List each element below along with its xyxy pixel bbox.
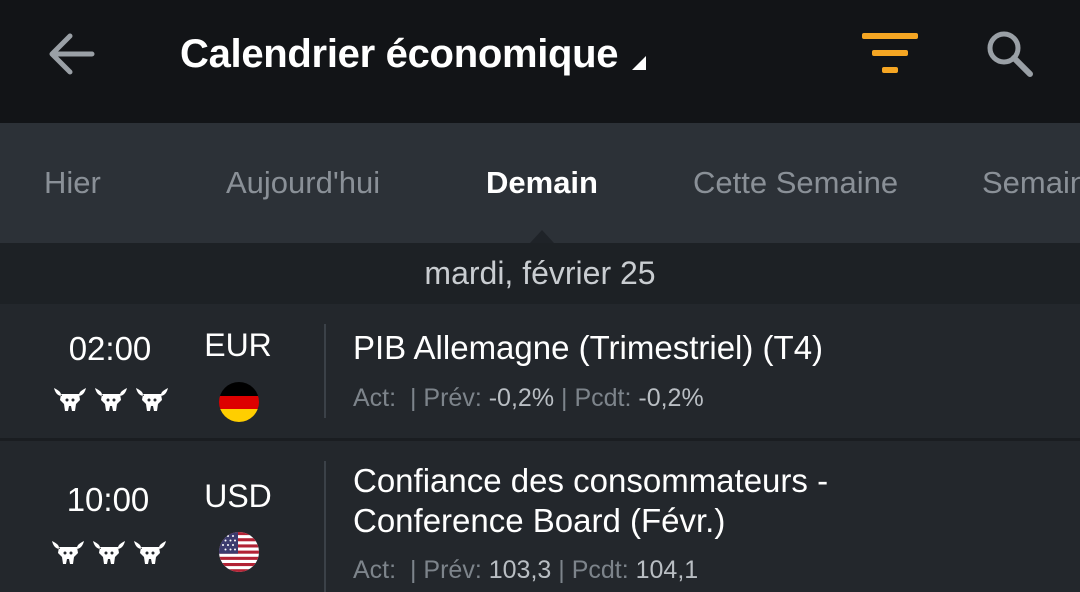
actual-label: Act: — [353, 556, 397, 584]
importance-indicator — [52, 384, 170, 414]
event-title: Confiance des consommateurs - Conference… — [353, 461, 1053, 541]
bull-icon — [52, 541, 84, 564]
bull-icon — [95, 388, 127, 411]
forecast-value: -0,2% — [488, 384, 555, 412]
previous-label: | Pcdt: — [558, 556, 629, 584]
importance-indicator — [50, 537, 168, 567]
back-arrow-icon[interactable] — [40, 28, 100, 80]
divider — [324, 324, 326, 418]
forecast-value: 103,3 — [488, 556, 552, 584]
bull-icon — [93, 541, 125, 564]
previous-label: | Pcdt: — [561, 384, 632, 412]
tab-demain[interactable]: Demain — [486, 123, 598, 243]
actual-label: Act: — [353, 384, 397, 412]
currency-code: EUR — [204, 327, 272, 363]
divider — [324, 461, 326, 592]
period-tabs: Hier Aujourd'hui Demain Cette Semaine Se… — [0, 123, 1080, 243]
event-row[interactable]: 10:00 USD Confiance des consommateurs - … — [0, 441, 1080, 592]
dropdown-caret-icon — [632, 56, 647, 70]
event-values: Act: | Prév: 103,3 | Pcdt: 104,1 — [353, 556, 698, 585]
usa-flag-icon — [219, 532, 259, 572]
event-row[interactable]: 02:00 EUR PIB Allemagne (Trimestriel) (T… — [0, 304, 1080, 438]
search-icon[interactable] — [980, 24, 1040, 84]
event-time: 02:00 — [68, 330, 152, 367]
tab-cette-semaine[interactable]: Cette Semaine — [693, 123, 898, 243]
active-tab-pointer — [530, 230, 554, 243]
forecast-label: | Prév: — [409, 384, 482, 412]
event-title-line1: Confiance des consommateurs - — [353, 462, 829, 499]
tab-hier[interactable]: Hier — [44, 123, 101, 243]
top-app-bar: Calendrier économique — [0, 0, 1080, 123]
event-title: PIB Allemagne (Trimestriel) (T4) — [353, 329, 824, 366]
bull-icon — [136, 388, 168, 411]
tab-semaine-prochaine[interactable]: Semaine prochaine — [982, 123, 1080, 243]
forecast-label: | Prév: — [409, 556, 482, 584]
filter-icon[interactable] — [858, 30, 922, 76]
bull-icon — [54, 388, 86, 411]
bull-icon — [134, 541, 166, 564]
germany-flag-icon — [219, 382, 259, 422]
event-title-line2: Conference Board (Févr.) — [353, 502, 726, 539]
previous-value: -0,2% — [638, 384, 704, 412]
title-dropdown[interactable]: Calendrier économique — [180, 28, 647, 80]
currency-code: USD — [204, 478, 272, 514]
date-header: mardi, février 25 — [0, 243, 1080, 304]
previous-value: 104,1 — [635, 556, 699, 584]
event-time: 10:00 — [66, 481, 150, 518]
usa-flag-graphic — [219, 532, 259, 572]
page-title: Calendrier économique — [180, 31, 619, 76]
event-values: Act: | Prév: -0,2% | Pcdt: -0,2% — [353, 384, 704, 413]
tab-aujourdhui[interactable]: Aujourd'hui — [226, 123, 380, 243]
